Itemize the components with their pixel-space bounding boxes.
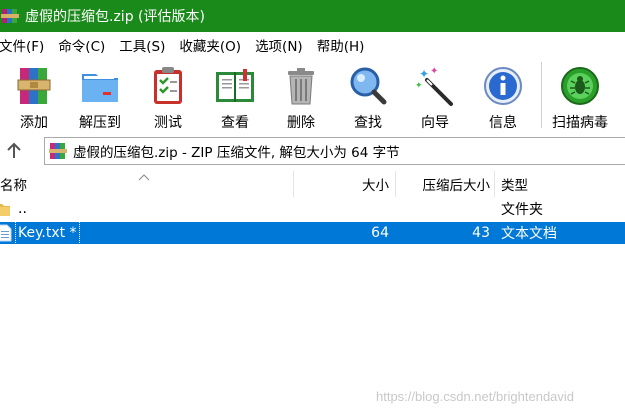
column-packed-size[interactable]: 压缩后大小	[396, 171, 491, 197]
watermark: https://blog.csdn.net/brightendavid	[376, 389, 575, 404]
wizard-button[interactable]: ✦ ✦ ✦ 向导	[405, 64, 465, 131]
table-row-selected[interactable]: Key.txt * 64 43 文本文档	[0, 221, 625, 245]
clipboard-check-icon	[146, 64, 190, 108]
window-title: 虚假的压缩包.zip (评估版本)	[25, 9, 205, 25]
address-bar[interactable]: 虚假的压缩包.zip - ZIP 压缩文件, 解包大小为 64 字节	[44, 137, 625, 165]
extract-folder-icon	[78, 64, 122, 108]
row-name: Key.txt *	[15, 221, 80, 245]
column-divider[interactable]	[494, 171, 495, 197]
delete-button[interactable]: 删除	[271, 64, 331, 131]
svg-text:✦: ✦	[415, 81, 423, 91]
extract-button[interactable]: 解压到	[70, 64, 130, 131]
row-packed-size	[396, 198, 490, 220]
menu-favorites[interactable]: 收藏夹(O)	[179, 35, 241, 55]
extract-label: 解压到	[79, 115, 121, 131]
row-size: 64	[371, 225, 389, 241]
info-icon	[481, 64, 525, 108]
menu-file[interactable]: 文件(F)	[0, 35, 44, 55]
file-list-header: 名称 大小 压缩后大小 类型	[0, 171, 625, 197]
virus-scan-icon	[558, 64, 602, 108]
row-packed-size: 43	[472, 225, 490, 241]
scan-virus-button[interactable]: 扫描病毒	[549, 64, 611, 131]
menu-commands[interactable]: 命令(C)	[58, 35, 105, 55]
view-label: 查看	[221, 115, 249, 131]
archive-path: 虚假的压缩包.zip - ZIP 压缩文件, 解包大小为 64 字节	[73, 145, 400, 161]
add-archive-icon	[12, 64, 56, 108]
column-type[interactable]: 类型	[501, 171, 621, 197]
magic-wand-icon: ✦ ✦ ✦	[413, 64, 457, 108]
title-bar: 虚假的压缩包.zip (评估版本)	[0, 0, 625, 32]
find-button[interactable]: 查找	[338, 64, 398, 131]
up-arrow-icon[interactable]	[4, 140, 24, 162]
address-row: 虚假的压缩包.zip - ZIP 压缩文件, 解包大小为 64 字节	[0, 135, 625, 167]
find-label: 查找	[354, 115, 382, 131]
menu-tools[interactable]: 工具(S)	[119, 35, 165, 55]
row-name: ..	[18, 201, 27, 217]
text-file-icon	[0, 222, 12, 244]
view-button[interactable]: 查看	[205, 64, 265, 131]
row-type: 文本文档	[501, 226, 557, 242]
row-size	[294, 198, 389, 220]
toolbar-separator	[541, 62, 542, 128]
menu-help[interactable]: 帮助(H)	[317, 35, 365, 55]
test-button[interactable]: 测试	[138, 64, 198, 131]
column-size[interactable]: 大小	[294, 171, 389, 197]
zip-archive-icon	[48, 141, 68, 161]
wizard-label: 向导	[421, 115, 449, 131]
menu-bar: 文件(F) 命令(C) 工具(S) 收藏夹(O) 选项(N) 帮助(H)	[0, 32, 625, 58]
trash-can-icon	[279, 64, 323, 108]
svg-text:✦: ✦	[419, 67, 429, 81]
magnifier-icon	[346, 64, 390, 108]
scan-virus-label: 扫描病毒	[552, 115, 608, 131]
svg-text:✦: ✦	[430, 66, 438, 77]
open-book-icon	[213, 64, 257, 108]
column-name[interactable]: 名称	[0, 171, 292, 197]
folder-icon	[0, 198, 10, 220]
winrar-books-icon[interactable]	[1, 7, 19, 25]
toolbar: 添加 解压到 测试 查看 删除 查找 ✦ ✦ ✦ 向导 信息 扫描病毒	[0, 58, 625, 132]
delete-label: 删除	[287, 115, 315, 131]
test-label: 测试	[154, 115, 182, 131]
info-label: 信息	[489, 115, 517, 131]
add-label: 添加	[20, 115, 48, 131]
add-button[interactable]: 添加	[4, 64, 64, 131]
menu-options[interactable]: 选项(N)	[255, 35, 303, 55]
info-button[interactable]: 信息	[473, 64, 533, 131]
list-item[interactable]: .. 文件夹	[0, 198, 625, 220]
row-type: 文件夹	[501, 202, 543, 218]
